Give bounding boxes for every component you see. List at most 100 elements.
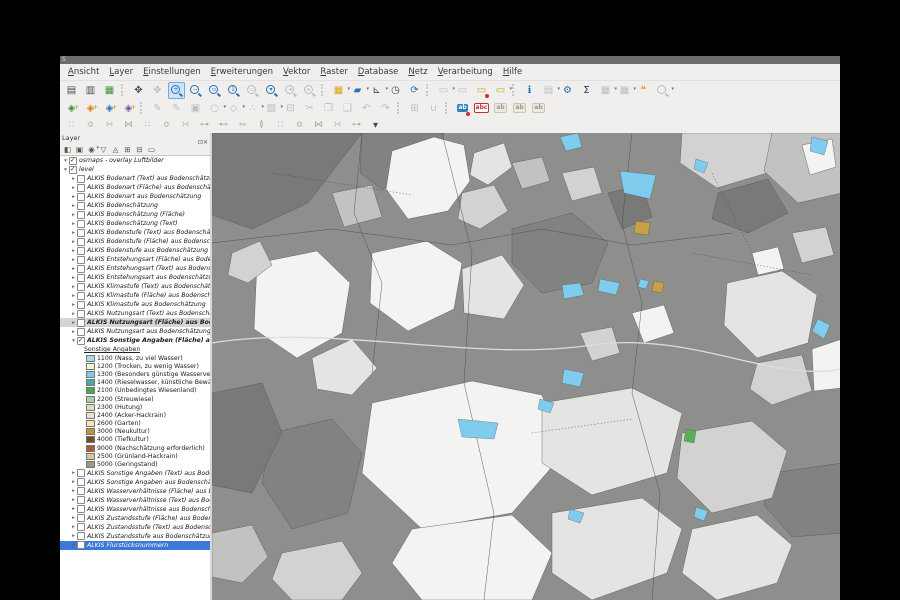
zoom-to-selection-button[interactable]: ▫ [244,82,261,99]
expand-arrow-icon[interactable]: ▸ [70,239,77,245]
layer-visibility-checkbox[interactable] [77,469,85,477]
menu-einstellungen[interactable]: Einstellungen [138,66,206,78]
layer-row[interactable]: ▸ALKIS Entstehungsart (Fläche) aus Boden… [60,255,210,264]
legend-class-row[interactable]: 2100 (Unbedingtes Wiesenland) [60,387,210,395]
expand-arrow-icon[interactable]: ▸ [70,230,77,236]
manage-map-themes-button[interactable]: ◉▾ [86,144,97,155]
map-tips-button[interactable]: ❝ [635,82,652,99]
plugin-tool-1-button[interactable]: ∷ [63,117,80,134]
layer-row[interactable]: ▸ALKIS Nutzungsart (Text) aus Bodenschät… [60,309,210,318]
plugin-tool-11-button[interactable]: ≬ [253,117,270,134]
layer-visibility-checkbox[interactable]: ✓ [69,166,77,174]
layer-row[interactable]: ▸ALKIS Wasserverhältnisse aus Bodenschät… [60,505,210,514]
zoom-to-native-button[interactable]: 1 [225,82,242,99]
attribute-table-button[interactable]: ▦▾ [597,82,614,99]
expand-arrow-icon[interactable]: ▸ [70,329,77,335]
expand-arrow-icon[interactable]: ▸ [70,176,77,182]
copy-features-button[interactable]: ❐ [320,100,337,117]
layer-visibility-checkbox[interactable]: ✓ [77,337,85,345]
undo-button[interactable]: ↶ [358,100,375,117]
layer-visibility-checkbox[interactable] [77,310,85,318]
expand-arrow-icon[interactable]: ▸ [70,221,77,227]
layer-visibility-checkbox[interactable] [77,514,85,522]
layer-visibility-checkbox[interactable] [77,541,85,549]
legend-class-row[interactable]: 2200 (Streuwiese) [60,395,210,403]
expand-arrow-icon[interactable]: ▸ [70,302,77,308]
plugin-tool-12-button[interactable]: ∷ [272,117,289,134]
layer-row[interactable]: ▸ALKIS Wasserverhältnisse (Text) aus Bod… [60,496,210,505]
layer-visibility-checkbox[interactable] [77,292,85,300]
legend-class-row[interactable]: 1200 (Trocken, zu wenig Wasser) [60,362,210,370]
save-layer-edits-button[interactable]: ✎ [168,100,185,117]
layer-visibility-checkbox[interactable] [77,220,85,228]
layer-row[interactable]: ▸ALKIS Entstehungsart aus Bodenschätzung [60,273,210,282]
map-canvas[interactable] [212,133,840,600]
bookmarks-button[interactable]: ▰▾ [349,82,366,99]
expand-arrow-icon[interactable]: ▸ [70,275,77,281]
plugin-tool-3-button[interactable]: ∺ [101,117,118,134]
style-manager-button[interactable]: ▦ [101,82,118,99]
layer-row[interactable]: ▸ALKIS Bodenschätzung (Text) [60,219,210,228]
temporal-controller-button[interactable]: ◷ [387,82,404,99]
expand-all-button[interactable]: ⊞ [122,144,133,155]
remove-layer-button[interactable]: ▭ [146,144,157,155]
layer-group-row[interactable]: ▾✓level [60,165,210,174]
layer-row[interactable]: ▸ALKIS Bodenschätzung [60,201,210,210]
expand-arrow-icon[interactable]: ▸ [70,515,77,521]
new-geopackage-layer-button[interactable]: ◈+ [63,100,80,117]
layer-visibility-checkbox[interactable] [77,496,85,504]
layer-row[interactable]: ▸ALKIS Klimastufe aus Bodenschätzung [60,300,210,309]
layer-visibility-checkbox[interactable] [77,247,85,255]
processing-toolbox-button[interactable]: ⚙ [559,82,576,99]
layer-visibility-checkbox[interactable]: ✓ [69,157,77,165]
pan-to-selection-button[interactable]: ✥ [149,82,166,99]
layer-visibility-checkbox[interactable] [77,229,85,237]
layer-visibility-checkbox[interactable] [77,175,85,183]
new-map-view-button[interactable]: ▦▾ [330,82,347,99]
dropdown-caret-icon[interactable]: ▾ [671,82,674,97]
menu-erweiterungen[interactable]: Erweiterungen [206,66,278,78]
expand-arrow-icon[interactable]: ▸ [70,470,77,476]
plugin-tool-13-button[interactable]: ≎ [291,117,308,134]
menu-ansicht[interactable]: Ansicht [63,66,104,78]
legend-class-row[interactable]: 2600 (Garten) [60,420,210,428]
title-bar[interactable]: S [60,56,840,64]
search-locator-button[interactable]: ▾ [654,82,671,99]
add-record-button[interactable]: ▣ [187,100,204,117]
cut-features-button[interactable]: ✂ [301,100,318,117]
layer-visibility-checkbox[interactable] [77,274,85,282]
plugin-tools-more-button[interactable]: ▾ [367,117,384,134]
redo-button[interactable]: ↷ [377,100,394,117]
layer-row[interactable]: ▸ALKIS Sonstige Angaben (Text) aus Boden… [60,469,210,478]
menu-layer[interactable]: Layer [104,66,138,78]
layer-visibility-checkbox[interactable] [77,301,85,309]
feature-actions-button[interactable]: ▤▾ [540,82,557,99]
open-layer-styling-button[interactable]: ◧ [62,144,73,155]
legend-class-row[interactable]: 1100 (Nass, zu viel Wasser) [60,354,210,362]
measure-button[interactable]: ⊾▾ [368,82,385,99]
expand-arrow-icon[interactable]: ▸ [70,320,77,326]
toolbar-handle[interactable] [140,102,145,114]
expand-arrow-icon[interactable]: ▸ [70,266,77,272]
plugin-tool-10-button[interactable]: ∾ [234,117,251,134]
pan-map-button[interactable]: ✥ [130,82,147,99]
filter-by-expression-button[interactable]: ◬ [110,144,121,155]
plugin-tool-5-button[interactable]: ∷ [139,117,156,134]
toolbar-handle[interactable] [512,84,517,96]
expand-arrow-icon[interactable]: ▸ [70,479,77,485]
collapse-arrow-icon[interactable]: ▾ [70,338,77,344]
move-label-button[interactable]: ab [530,100,547,117]
layer-visibility-checkbox[interactable] [77,193,85,201]
layer-row[interactable]: ▸ALKIS Flurstücksnummern [60,541,210,550]
layer-row[interactable]: ▸ALKIS Wasserverhältnisse (Fläche) aus B… [60,487,210,496]
toolbar-handle[interactable] [121,84,126,96]
measure-area-button[interactable]: ⊞ [406,100,423,117]
filter-legend-button[interactable]: ▽ [98,144,109,155]
plugin-tool-6-button[interactable]: ≎ [158,117,175,134]
expand-arrow-icon[interactable]: ▸ [70,533,77,539]
expand-arrow-icon[interactable]: ▸ [70,212,77,218]
add-circle-button[interactable]: ○▾ [206,100,223,117]
toggle-editing-button[interactable]: ✎ [149,100,166,117]
new-virtual-layer-button[interactable]: ◈+ [120,100,137,117]
expand-arrow-icon[interactable]: ▸ [70,284,77,290]
